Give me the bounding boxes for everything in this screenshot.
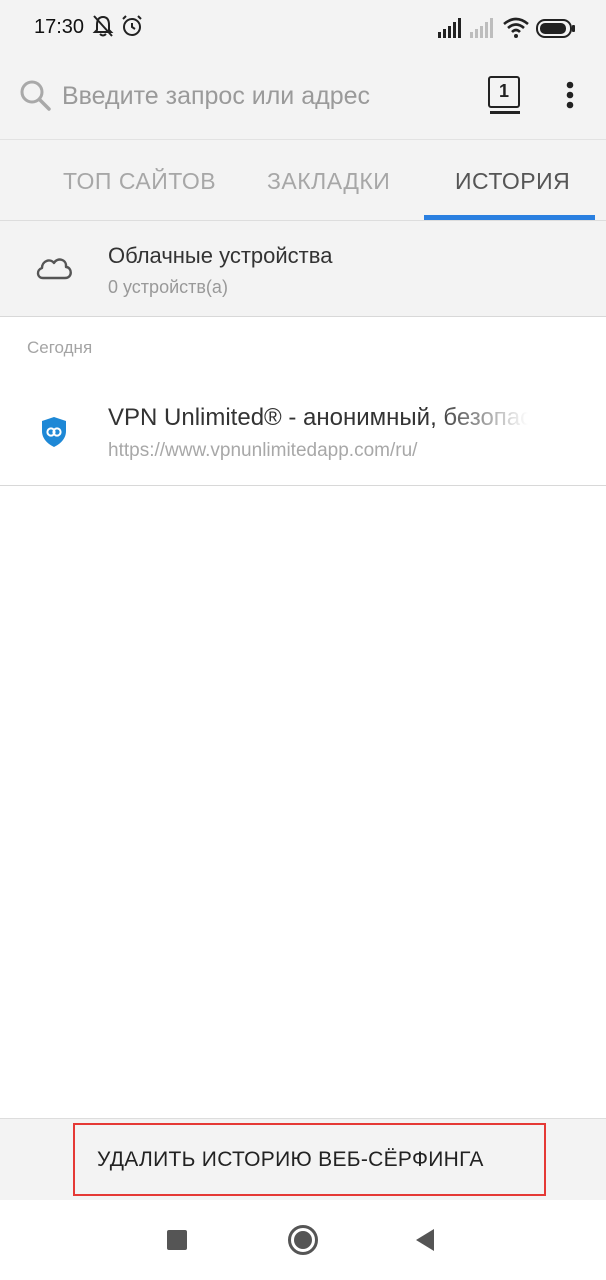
signal-empty-icon [470,18,496,43]
history-section-header: Сегодня [27,338,93,357]
signal-icon [438,18,464,43]
url-bar: 1 [0,58,606,140]
vpn-shield-icon [40,416,68,453]
search-icon [18,78,52,117]
tab-history[interactable]: ИСТОРИЯ [455,140,570,220]
home-icon[interactable] [287,1224,319,1261]
tab-bookmarks[interactable]: ЗАКЛАДКИ [267,140,390,220]
url-input[interactable] [62,76,462,116]
battery-icon [536,19,576,44]
tabs-counter-button[interactable]: 1 [488,76,522,114]
overflow-menu-icon[interactable] [556,80,584,114]
cloud-devices-count: 0 устройств(а) [108,277,228,297]
status-time: 17:30 [34,16,85,38]
cloud-icon [34,253,74,286]
wifi-icon [502,16,530,43]
cloud-devices-title: Облачные устройства [108,243,333,268]
clear-history-bar: УДАЛИТЬ ИСТОРИЮ ВЕБ-СЁРФИНГА [0,1118,606,1200]
tab-top-sites[interactable]: ТОП САЙТОВ [63,140,216,220]
history-item-title: VPN Unlimited® - анонимный, безопасный V… [108,404,528,431]
tabs-count: 1 [488,76,520,108]
clear-history-button[interactable]: УДАЛИТЬ ИСТОРИЮ ВЕБ-СЁРФИНГА [73,1123,546,1196]
history-item-url: https://www.vpnunlimitedapp.com/ru/ [108,440,418,461]
status-bar: 17:30 [0,0,606,58]
navigation-bar [0,1200,606,1280]
cloud-devices-row[interactable]: Облачные устройства 0 устройств(а) [0,221,606,317]
alarm-icon [121,14,143,43]
back-icon[interactable] [414,1228,436,1257]
recents-icon[interactable] [167,1230,187,1255]
notifications-off-icon [92,14,114,43]
history-item[interactable]: VPN Unlimited® - анонимный, безопасный V… [0,376,606,486]
panel-tabs: ТОП САЙТОВ ЗАКЛАДКИ ИСТОРИЯ [0,140,606,220]
